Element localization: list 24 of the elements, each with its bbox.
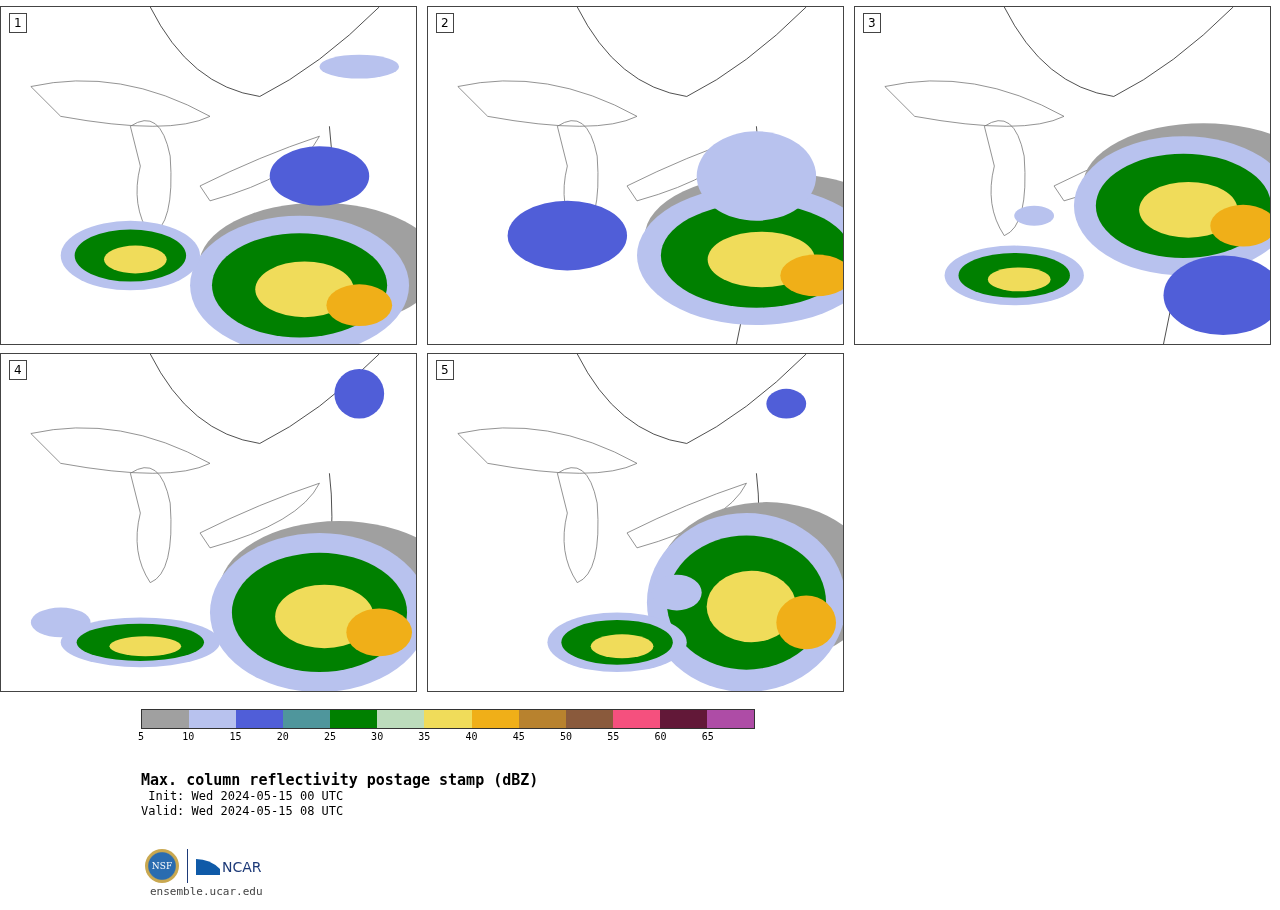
valid-time: Valid: Wed 2024-05-15 08 UTC (141, 804, 345, 819)
panel-number: 3 (863, 13, 881, 33)
panel-number: 2 (436, 13, 454, 33)
website-url: ensemble.ucar.edu (149, 885, 264, 898)
tick-label: 50 (560, 731, 573, 742)
chart-title: Max. column reflectivity postage stamp (dBZ) (141, 771, 540, 789)
panel-number: 1 (9, 13, 27, 33)
tick-label: 40 (465, 731, 478, 742)
tick-label: 15 (229, 731, 242, 742)
tick-label: 60 (654, 731, 667, 742)
tick-label: 55 (607, 731, 620, 742)
tick-label: 45 (512, 731, 525, 742)
tick-label: 5 (138, 731, 144, 742)
tick-label: 30 (371, 731, 384, 742)
ncar-logo: NCAR (196, 857, 262, 875)
tick-label: 35 (418, 731, 431, 742)
tick-label: 25 (323, 731, 336, 742)
panel-number: 5 (436, 360, 454, 380)
nsf-logo: NSF (145, 849, 179, 883)
init-time: Init: Wed 2024-05-15 00 UTC (147, 789, 345, 804)
tick-label: 20 (276, 731, 289, 742)
tick-label: 10 (182, 731, 195, 742)
panel-number: 4 (9, 360, 27, 380)
tick-label: 65 (701, 731, 714, 742)
